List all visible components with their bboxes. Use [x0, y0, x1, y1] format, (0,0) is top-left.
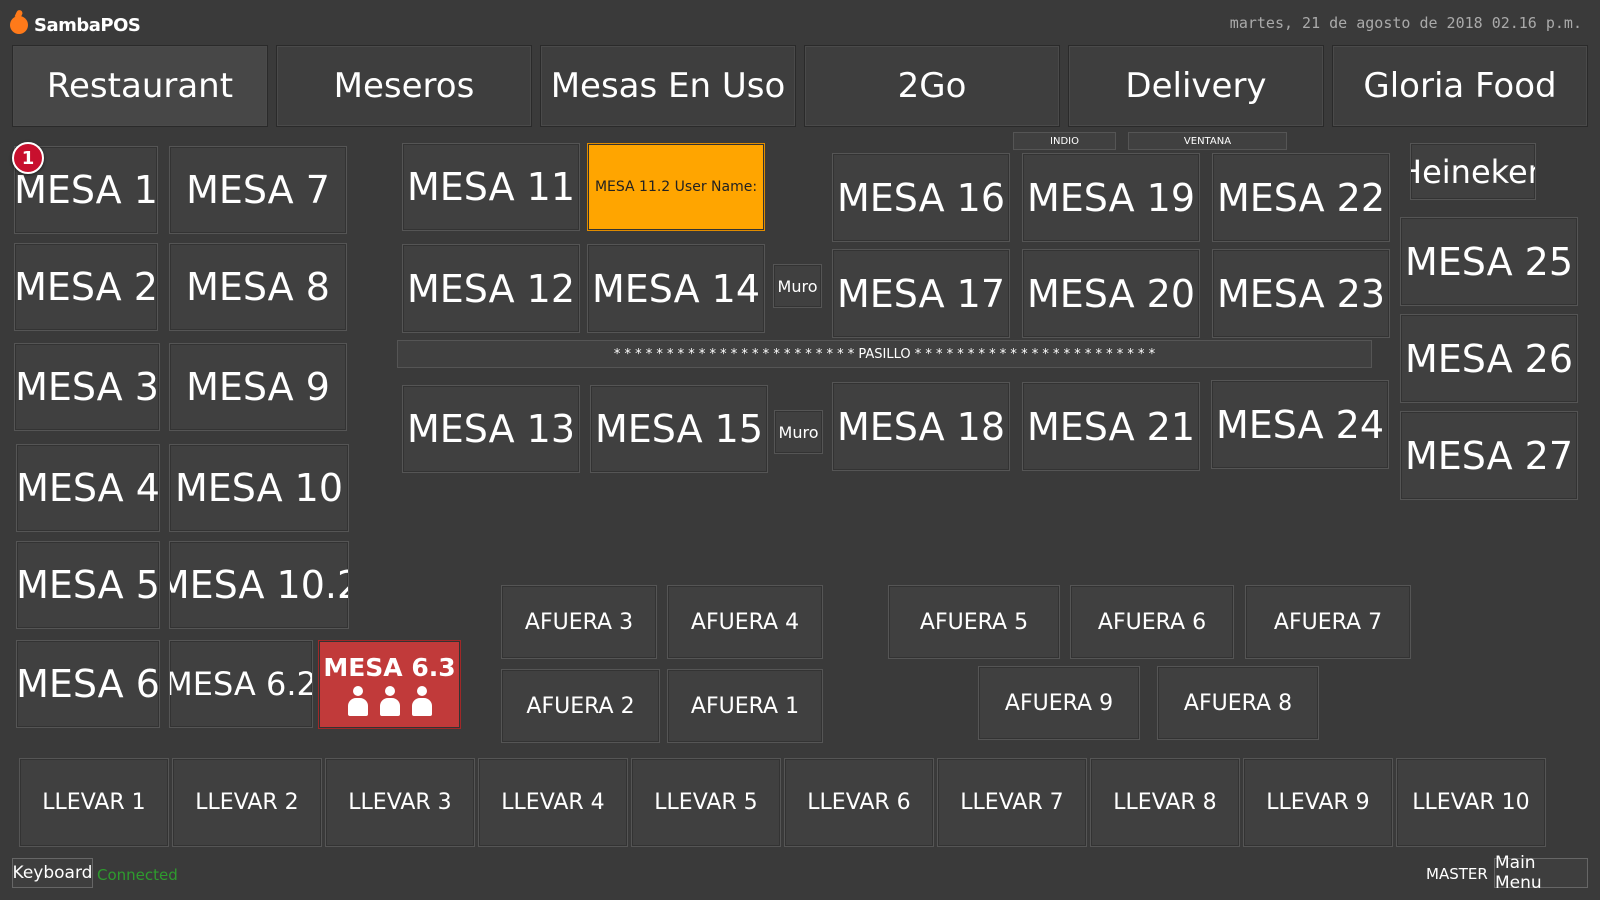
- table-afuera-2[interactable]: AFUERA 2: [501, 669, 660, 743]
- table-mesa-9[interactable]: MESA 9: [169, 343, 347, 431]
- table-afuera-4[interactable]: AFUERA 4: [667, 585, 823, 659]
- keyboard-button[interactable]: Keyboard: [12, 858, 93, 888]
- connection-status: Connected: [97, 866, 178, 884]
- person-icon: [347, 686, 369, 716]
- table-mesa-13[interactable]: MESA 13: [402, 385, 580, 473]
- table-mesa-10[interactable]: MESA 10: [169, 444, 349, 532]
- takeout-llevar-9[interactable]: LLEVAR 9: [1243, 758, 1393, 847]
- person-icon: [411, 686, 433, 716]
- notification-badge: 1: [12, 142, 44, 174]
- tab-delivery[interactable]: Delivery: [1068, 45, 1324, 127]
- table-mesa-2[interactable]: MESA 2: [14, 243, 158, 331]
- table-mesa-17[interactable]: MESA 17: [832, 249, 1010, 338]
- takeout-llevar-4[interactable]: LLEVAR 4: [478, 758, 628, 847]
- table-mesa-4[interactable]: MESA 4: [16, 444, 160, 532]
- takeout-llevar-8[interactable]: LLEVAR 8: [1090, 758, 1240, 847]
- zone-indio-label: INDIO: [1013, 132, 1116, 150]
- header-bar: SambaPOS martes, 21 de agosto de 2018 02…: [0, 0, 1600, 46]
- app-name: SambaPOS: [34, 14, 141, 36]
- heineken-button[interactable]: Heineken: [1410, 143, 1536, 200]
- table-mesa-11[interactable]: MESA 11: [402, 143, 580, 231]
- takeout-llevar-3[interactable]: LLEVAR 3: [325, 758, 475, 847]
- tab-2go[interactable]: 2Go: [804, 45, 1060, 127]
- table-mesa-6-3[interactable]: MESA 6.3: [318, 640, 461, 729]
- table-mesa-23[interactable]: MESA 23: [1212, 249, 1390, 338]
- table-mesa-12[interactable]: MESA 12: [402, 244, 580, 333]
- table-mesa-21[interactable]: MESA 21: [1022, 382, 1200, 471]
- table-mesa-6-2[interactable]: MESA 6.2: [169, 640, 313, 728]
- table-mesa-15[interactable]: MESA 15: [590, 385, 768, 473]
- takeout-llevar-7[interactable]: LLEVAR 7: [937, 758, 1087, 847]
- wall-muro-top: Muro: [773, 264, 822, 308]
- zone-ventana-label: VENTANA: [1128, 132, 1287, 150]
- table-mesa-5[interactable]: MESA 5: [16, 541, 160, 629]
- table-mesa-18[interactable]: MESA 18: [832, 382, 1010, 471]
- table-label: MESA 6.3: [323, 653, 456, 682]
- takeout-llevar-1[interactable]: LLEVAR 1: [19, 758, 169, 847]
- table-afuera-9[interactable]: AFUERA 9: [978, 666, 1140, 740]
- table-afuera-5[interactable]: AFUERA 5: [888, 585, 1060, 659]
- table-mesa-7[interactable]: MESA 7: [169, 146, 347, 234]
- table-afuera-6[interactable]: AFUERA 6: [1070, 585, 1234, 659]
- current-user: MASTER: [1426, 865, 1488, 883]
- table-mesa-27[interactable]: MESA 27: [1400, 411, 1578, 500]
- table-mesa-8[interactable]: MESA 8: [169, 243, 347, 331]
- takeout-llevar-10[interactable]: LLEVAR 10: [1396, 758, 1546, 847]
- table-afuera-3[interactable]: AFUERA 3: [501, 585, 657, 659]
- tab-restaurant[interactable]: Restaurant: [12, 45, 268, 127]
- takeout-llevar-6[interactable]: LLEVAR 6: [784, 758, 934, 847]
- table-afuera-8[interactable]: AFUERA 8: [1157, 666, 1319, 740]
- table-mesa-6[interactable]: MESA 6: [16, 640, 160, 728]
- tab-meseros[interactable]: Meseros: [276, 45, 532, 127]
- table-mesa-22[interactable]: MESA 22: [1212, 153, 1390, 242]
- table-afuera-1[interactable]: AFUERA 1: [667, 669, 823, 743]
- table-mesa-11-2[interactable]: MESA 11.2 User Name:: [587, 143, 765, 231]
- table-mesa-26[interactable]: MESA 26: [1400, 314, 1578, 403]
- table-mesa-10-2[interactable]: MESA 10.2: [169, 541, 349, 629]
- orange-logo-icon: [10, 16, 28, 34]
- takeout-llevar-5[interactable]: LLEVAR 5: [631, 758, 781, 847]
- table-mesa-19[interactable]: MESA 19: [1022, 153, 1200, 242]
- person-icon: [379, 686, 401, 716]
- date-time: martes, 21 de agosto de 2018 02.16 p.m.: [1229, 14, 1582, 32]
- table-mesa-25[interactable]: MESA 25: [1400, 217, 1578, 306]
- app-logo: SambaPOS: [10, 12, 141, 38]
- table-mesa-20[interactable]: MESA 20: [1022, 249, 1200, 338]
- main-menu-button[interactable]: Main Menu: [1494, 853, 1588, 893]
- wall-muro-bottom: Muro: [774, 410, 823, 454]
- table-mesa-16[interactable]: MESA 16: [832, 153, 1010, 242]
- table-mesa-24[interactable]: MESA 24: [1211, 380, 1389, 469]
- table-mesa-3[interactable]: MESA 3: [14, 343, 160, 431]
- table-afuera-7[interactable]: AFUERA 7: [1245, 585, 1411, 659]
- hallway-pasillo: * * * * * * * * * * * * * * * * * * * * …: [397, 340, 1372, 368]
- guests-indicator: [347, 686, 433, 716]
- tab-gloria-food[interactable]: Gloria Food: [1332, 45, 1588, 127]
- tab-mesas-en-uso[interactable]: Mesas En Uso: [540, 45, 796, 127]
- takeout-llevar-2[interactable]: LLEVAR 2: [172, 758, 322, 847]
- table-mesa-14[interactable]: MESA 14: [587, 244, 765, 333]
